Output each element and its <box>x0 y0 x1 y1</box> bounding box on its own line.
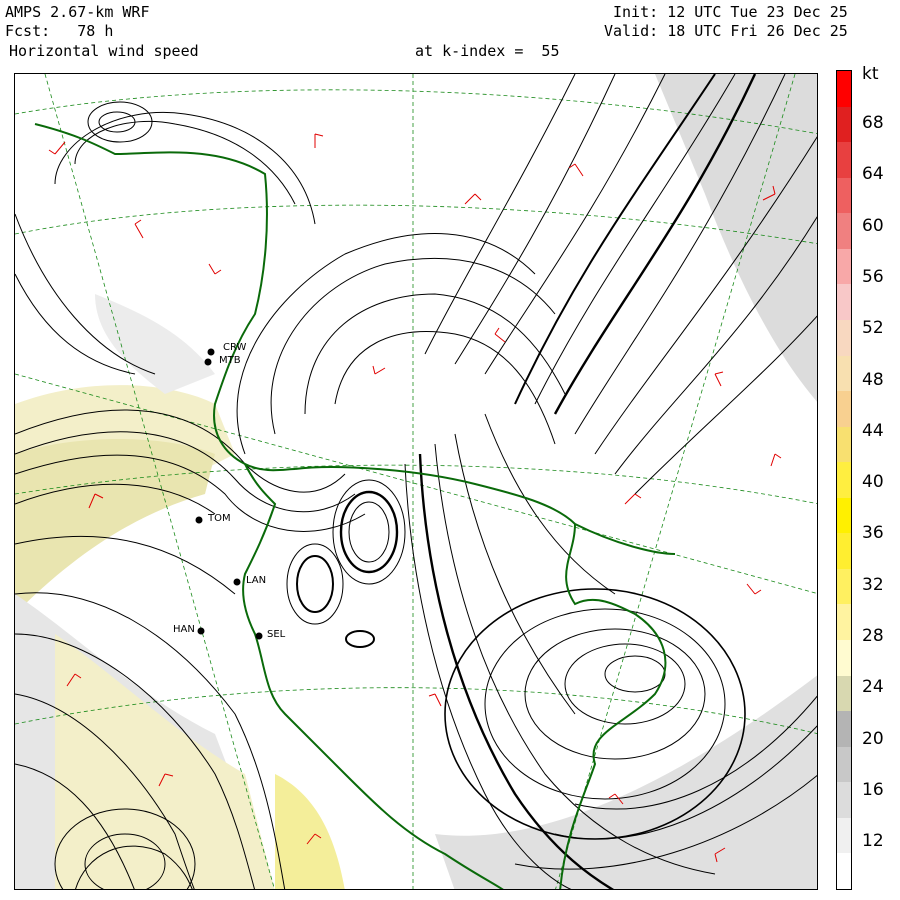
station-label-mtb: MTB <box>219 355 241 366</box>
forecast-hour: Fcst: 78 h <box>5 22 114 40</box>
wind-speed-colorbar <box>836 70 852 890</box>
colorbar-segment <box>837 248 851 285</box>
station-label-lan: LAN <box>246 575 267 586</box>
colorbar-segment <box>837 426 851 463</box>
colorbar-segment <box>837 319 851 356</box>
colorbar-tick-label: 68 <box>862 113 884 133</box>
colorbar-segment <box>837 390 851 427</box>
map-canvas <box>15 74 817 889</box>
colorbar-segment <box>837 70 851 107</box>
colorbar-tick-label: 48 <box>862 369 884 390</box>
station-label-tom: TOM <box>208 513 231 524</box>
colorbar-tick-label: 52 <box>862 318 884 339</box>
colorbar-tick-label: 20 <box>862 728 884 749</box>
colorbar-segment <box>837 852 851 889</box>
colorbar-segment <box>837 532 851 569</box>
colorbar-tick-label: 28 <box>862 626 884 646</box>
station-label-crw: CRW <box>223 342 247 353</box>
colorbar-tick-label: 12 <box>862 831 884 852</box>
station-label-han: HAN <box>173 624 195 635</box>
colorbar-segment <box>837 461 851 498</box>
colorbar-segment <box>837 106 851 143</box>
model-title: AMPS 2.67-km WRF <box>5 3 150 21</box>
colorbar-tick-label: 36 <box>862 523 884 544</box>
colorbar-unit: kt <box>862 64 879 84</box>
colorbar-segment <box>837 212 851 249</box>
colorbar-segment <box>837 603 851 641</box>
field-name: Horizontal wind speed <box>9 42 199 60</box>
colorbar-segment <box>837 283 851 320</box>
colorbar-segment <box>837 817 851 854</box>
colorbar-segment <box>837 355 851 392</box>
colorbar-segment <box>837 710 851 747</box>
colorbar-segment <box>837 781 851 818</box>
vertical-level: at k-index = 55 <box>415 42 560 60</box>
colorbar-segment <box>837 675 851 712</box>
valid-time: Valid: 18 UTC Fri 26 Dec 25 <box>604 22 848 40</box>
colorbar-tick-label: 56 <box>862 266 884 287</box>
station-label-sel: SEL <box>267 629 286 640</box>
colorbar-segment <box>837 568 851 605</box>
colorbar-tick-label: 32 <box>862 574 884 595</box>
colorbar-tick-label: 40 <box>862 472 884 493</box>
colorbar-tick-label: 24 <box>862 677 884 698</box>
init-time: Init: 12 UTC Tue 23 Dec 25 <box>613 3 848 21</box>
colorbar-segment <box>837 141 851 178</box>
colorbar-segment <box>837 746 851 783</box>
wind-speed-map: CRW MTB TOM LAN HAN SEL <box>14 73 818 890</box>
colorbar-tick-label: 16 <box>862 779 884 800</box>
colorbar-segment <box>837 639 851 676</box>
colorbar-segment <box>837 497 851 534</box>
colorbar-tick-label: 64 <box>862 164 884 185</box>
colorbar-tick-label: 60 <box>862 215 884 236</box>
colorbar-tick-label: 44 <box>862 420 884 441</box>
colorbar-segment <box>837 177 851 214</box>
